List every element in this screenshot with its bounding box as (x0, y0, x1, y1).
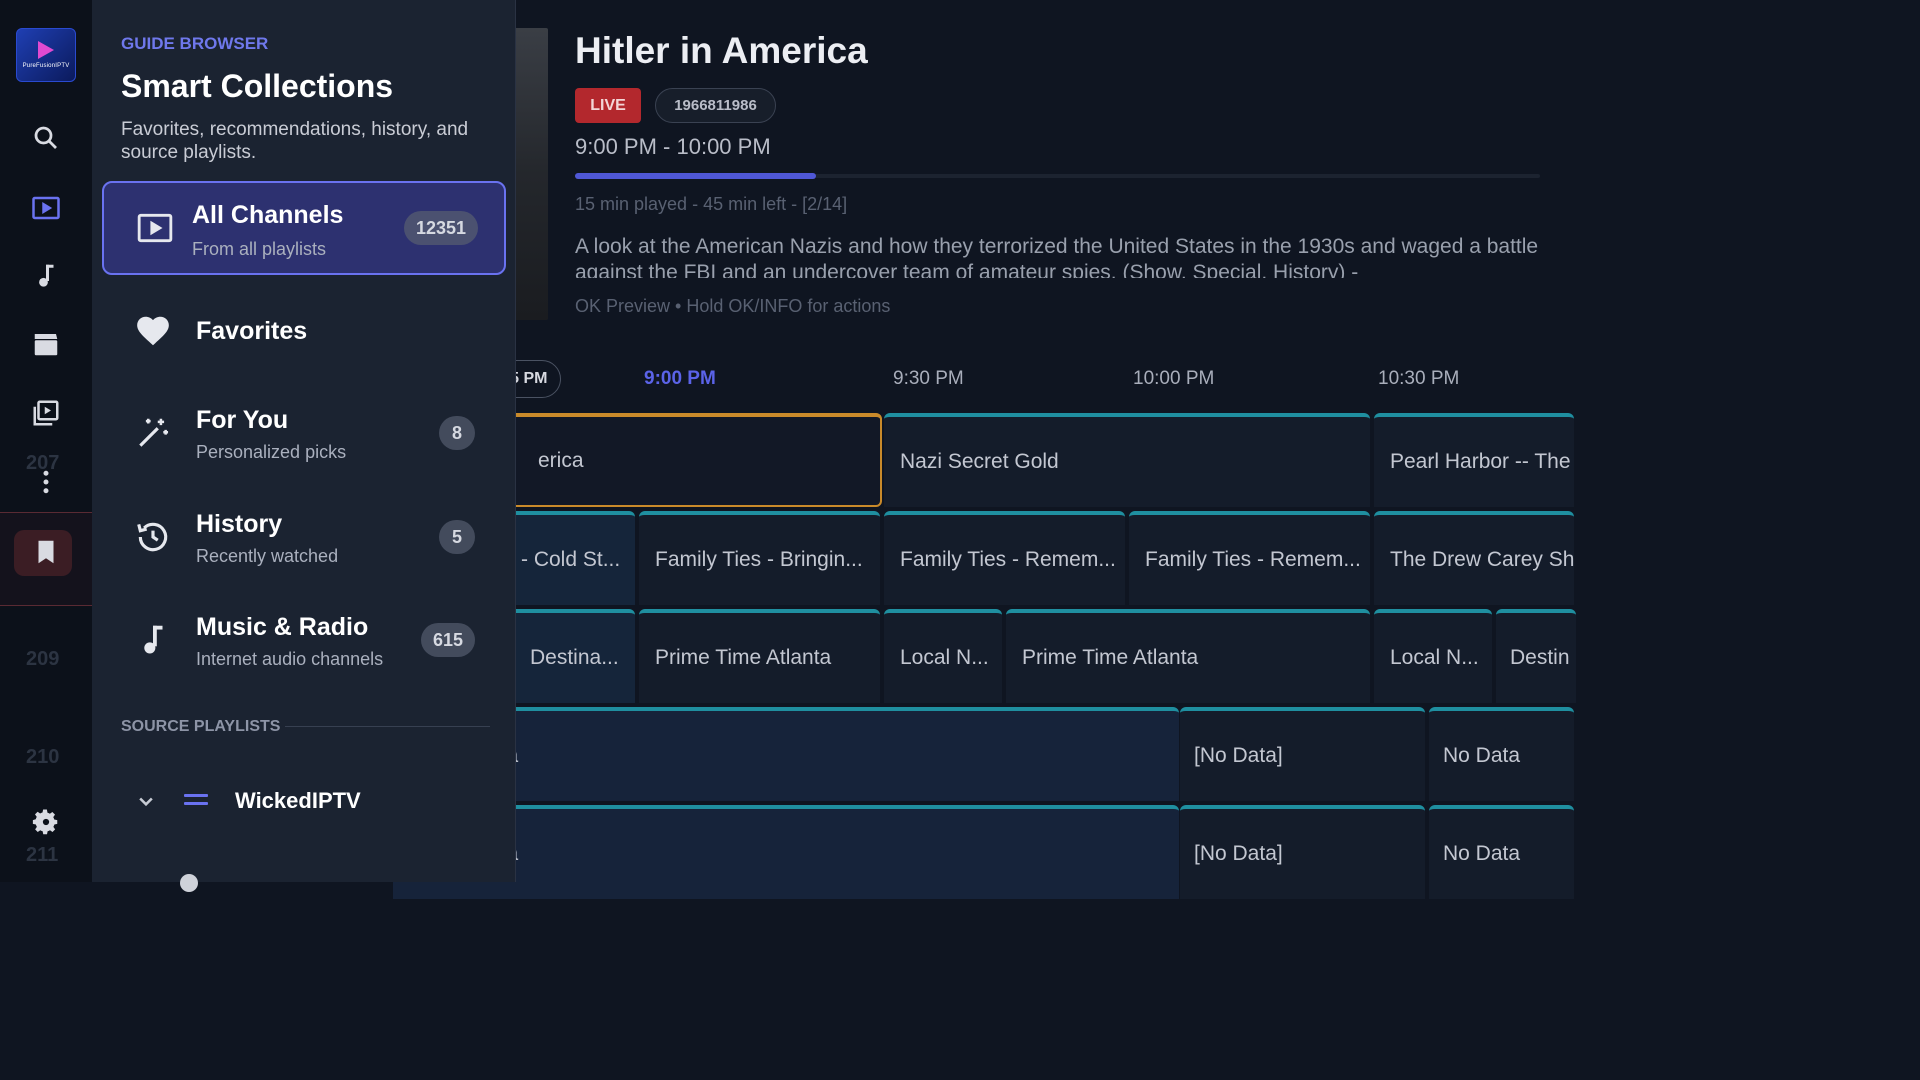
program-title: Hitler in America (575, 30, 868, 71)
drawer-eyebrow: GUIDE BROWSER (121, 34, 269, 53)
guide-program-cell[interactable]: Local N... (884, 609, 1002, 703)
guide-program-cell[interactable]: Prime Time Atlanta (639, 609, 880, 703)
drawer-subtitle: Favorites, recommendations, history, and… (121, 119, 469, 163)
collection-label: Music & Radio (196, 613, 369, 641)
section-divider (285, 726, 490, 727)
program-description: A look at the American Nazis and how the… (575, 235, 1539, 278)
drawer-title: Smart Collections (121, 68, 394, 104)
collection-music-radio[interactable]: Music & Radio Internet audio channels 61… (102, 593, 506, 687)
live-tv-icon[interactable] (26, 188, 66, 228)
settings-icon[interactable] (26, 802, 66, 842)
time-tick: 9:00 PM (644, 368, 716, 389)
playlist-wickediptv[interactable]: WickedIPTV (132, 784, 492, 820)
search-icon[interactable] (26, 118, 66, 158)
magic-wand-icon (132, 412, 174, 454)
time-tick: 10:00 PM (1133, 368, 1215, 389)
heart-icon (132, 310, 174, 352)
music-note-icon (132, 619, 174, 661)
chevron-down-icon[interactable] (132, 788, 160, 816)
count-badge: 8 (439, 416, 475, 450)
guide-program-cell[interactable]: Local N... (1374, 609, 1492, 703)
guide-program-cell[interactable]: No Data (1429, 707, 1574, 801)
section-label: SOURCE PLAYLISTS (121, 718, 281, 735)
guide-program-cell[interactable]: [No Data] (1180, 805, 1425, 899)
collection-all-channels[interactable]: All Channels From all playlists 12351 (102, 181, 506, 275)
ghost-channel-number: 209 (26, 648, 60, 670)
time-tick: 10:30 PM (1378, 368, 1460, 389)
collection-history[interactable]: History Recently watched 5 (102, 490, 506, 584)
series-icon[interactable] (26, 393, 66, 433)
guide-program-cell[interactable]: Family Ties - Remem... (1129, 511, 1370, 605)
ghost-channel-number: 211 (26, 844, 59, 866)
played-status: 15 min played - 45 min left - [2/14] (575, 194, 848, 214)
app-logo: PureFusionIPTV (16, 28, 76, 82)
guide-program-cell[interactable]: erica (470, 413, 882, 507)
program-progress-fill (575, 173, 817, 179)
logo-play-icon (38, 41, 54, 59)
movies-icon[interactable] (26, 324, 66, 364)
collection-desc: Recently watched (196, 546, 339, 566)
bookmark-icon[interactable] (26, 532, 66, 572)
program-progress-bar (575, 173, 1540, 179)
guide-program-cell[interactable]: No Data (1429, 805, 1574, 899)
logo-text: PureFusionIPTV (22, 63, 70, 69)
count-badge: 5 (439, 520, 475, 554)
sub-playlist-dot (180, 874, 198, 892)
time-tick: 9:30 PM (893, 368, 964, 389)
program-time-range: 9:00 PM - 10:00 PM (575, 134, 771, 159)
ghost-channel-number: 207 (26, 452, 60, 474)
ghost-channel-number: 210 (26, 746, 60, 768)
guide-program-cell[interactable]: [No Data] (1180, 707, 1425, 801)
collection-desc: Internet audio channels (196, 649, 384, 669)
guide-program-cell[interactable]: Prime Time Atlanta (1006, 609, 1370, 703)
collection-label: All Channels (192, 201, 344, 229)
collection-favorites[interactable]: Favorites (102, 284, 506, 378)
collection-for-you[interactable]: For You Personalized picks 8 (102, 386, 506, 480)
collection-label: Favorites (196, 317, 308, 345)
count-badge: 615 (420, 623, 475, 657)
history-icon (132, 516, 174, 558)
nav-rail: PureFusionIPTV 207 209 210 211 (0, 0, 92, 882)
key-hint: OK Preview • Hold OK/INFO for actions (575, 296, 891, 316)
collection-label: For You (196, 406, 289, 434)
playlist-name: WickedIPTV (235, 788, 361, 813)
collection-desc: Personalized picks (196, 442, 347, 462)
guide-program-cell[interactable]: Pearl Harbor -- The (1374, 413, 1574, 507)
guide-program-cell[interactable]: The Drew Carey Sho (1374, 511, 1574, 605)
guide-program-cell[interactable]: Family Ties - Remem... (884, 511, 1125, 605)
count-badge: 12351 (403, 211, 478, 245)
collection-label: History (196, 510, 283, 538)
guide-program-cell[interactable]: Family Ties - Bringin... (639, 511, 880, 605)
guide-program-cell[interactable]: Destin (1496, 609, 1576, 703)
play-box-icon (134, 207, 176, 249)
guide-program-cell[interactable]: Nazi Secret Gold (884, 413, 1370, 507)
guide-browser-drawer: GUIDE BROWSER Smart Collections Favorite… (92, 0, 516, 892)
live-badge: LIVE (575, 88, 641, 123)
playlist-icon (184, 794, 208, 810)
program-id-chip: 1966811986 (655, 88, 776, 123)
music-icon[interactable] (26, 256, 66, 296)
collection-desc: From all playlists (192, 239, 327, 259)
